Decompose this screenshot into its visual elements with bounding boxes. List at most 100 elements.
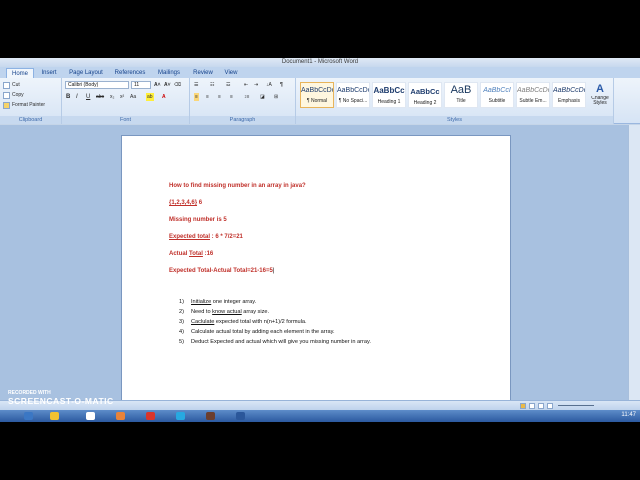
vertical-scrollbar[interactable] [628,125,640,400]
tab-insert[interactable]: Insert [38,68,60,78]
ribbon-tabs: Home Insert Page Layout References Maili… [0,67,640,78]
style-name: Title [456,98,466,104]
style-name: Subtitle [488,98,506,104]
style-title[interactable]: AaB Title [444,82,478,108]
list-text-underlined: know actual [212,309,242,315]
word-window: Document1 - Microsoft Word Home Insert P… [0,58,640,422]
style-emphasis[interactable]: AaBbCcDc Emphasis [552,82,586,108]
style-name: ¶ No Spaci... [338,98,368,104]
style-sample: AaBbCcDc [553,87,585,94]
align-center-icon[interactable]: ≡ [206,93,209,101]
app-icon[interactable] [206,412,215,420]
list-number: 3) [179,319,184,325]
underline-button[interactable]: U [86,93,90,101]
font-family-select[interactable]: Calibri (Body) [65,81,129,89]
clear-format-icon[interactable]: ⌫ [174,81,181,89]
superscript-button[interactable]: x² [120,93,124,101]
tab-review[interactable]: Review [190,68,216,78]
document-page[interactable]: How to find missing number in an array i… [121,135,511,407]
increase-indent-icon[interactable]: ⇥ [254,81,258,89]
align-right-icon[interactable]: ≡ [218,93,221,101]
style-subtitle[interactable]: AaBbCcI Subtitle [480,82,514,108]
decrease-indent-icon[interactable]: ⇤ [244,81,248,89]
text-cursor: | [272,268,275,274]
clipboard-label: Clipboard [0,116,61,124]
styles-label: Styles [296,116,613,124]
skype-icon[interactable] [176,412,185,420]
doc-heading: How to find missing number in an array i… [169,183,306,189]
justify-icon[interactable]: ≡ [230,93,233,101]
list-text: Calculate actual total by adding each el… [191,329,335,335]
document-area: How to find missing number in an array i… [0,125,628,407]
zoom-slider[interactable] [558,405,594,406]
grow-font-icon[interactable]: A˄ [154,81,161,89]
italic-button[interactable]: I [76,93,78,101]
doc-final: Expected Total-Actual Total=21-16=5| [169,268,274,274]
sort-icon[interactable]: ↓A [266,81,272,89]
show-formatting-icon[interactable]: ¶ [280,81,283,89]
list-text: Deduct Expected and actual which will gi… [191,339,371,345]
style-sample: AaBbCcDc [337,87,369,94]
window-title: Document1 - Microsoft Word [281,59,359,65]
style-name: Heading 2 [413,100,437,106]
start-icon[interactable] [24,412,33,420]
tab-view[interactable]: View [220,68,242,78]
list-number: 5) [179,339,184,345]
style-no-spacing[interactable]: AaBbCcDc ¶ No Spaci... [336,82,370,108]
doc-actual-prefix: Actual [169,251,190,257]
cut-button[interactable]: Cut [12,81,20,89]
highlight-icon[interactable]: ab [146,93,154,101]
font-color-icon[interactable]: A [162,93,166,101]
style-sample: AaBbCcI [483,87,511,94]
shading-icon[interactable]: ◪ [260,93,265,101]
ie-icon[interactable] [86,412,95,420]
tab-references[interactable]: References [112,68,148,78]
borders-icon[interactable]: ⊞ [274,93,278,101]
word-icon[interactable] [236,412,245,420]
copy-button[interactable]: Copy [12,91,24,99]
media-icon[interactable] [116,412,125,420]
chrome-icon[interactable] [146,412,155,420]
doc-final-text: Expected Total-Actual Total=21-16=5 [169,268,273,274]
font-group: Calibri (Body) 11 A˄ A˅ ⌫ B I U abc x₂ x… [62,78,190,124]
numbering-icon[interactable]: ☷ [210,81,214,89]
print-layout-icon[interactable] [520,403,526,409]
tab-page-layout[interactable]: Page Layout [66,68,106,78]
list-item: 5) Deduct Expected and actual which will … [179,339,371,345]
list-text: expected total with n(n+1)/2 formula. [214,319,307,325]
doc-expected-label: Expected total [169,234,211,240]
web-layout-icon[interactable] [538,403,544,409]
line-spacing-icon[interactable]: ↕≡ [244,93,249,101]
doc-actual-value: :16 [202,251,214,257]
format-painter-button[interactable]: Format Painter [12,101,45,109]
multilevel-list-icon[interactable]: ☲ [226,81,230,89]
style-normal[interactable]: AaBbCcDc ¶ Normal [300,82,334,108]
styles-group: AaBbCcDc ¶ Normal AaBbCcDc ¶ No Spaci...… [296,78,614,124]
list-item: 2) Need to know actual array size. [179,309,269,315]
paragraph-group: ☰ ☷ ☲ ⇤ ⇥ ↓A ¶ ≡ ≡ ≡ ≡ ↕≡ ◪ ⊞ Paragraph [190,78,296,124]
tab-mailings[interactable]: Mailings [154,68,184,78]
folder-icon[interactable] [50,412,59,420]
change-case-button[interactable]: Aa [130,93,136,101]
paragraph-label: Paragraph [190,116,295,124]
font-size-select[interactable]: 11 [131,81,151,89]
list-item: 1) Initialize one integer array. [179,299,256,305]
full-screen-icon[interactable] [529,403,535,409]
recording-watermark: RECORDED WITH SCREENCAST-O-MATIC [8,390,114,406]
bullets-icon[interactable]: ☰ [194,81,198,89]
style-heading-2[interactable]: AaBbCc Heading 2 [408,82,442,108]
font-label: Font [62,116,189,124]
bold-button[interactable]: B [66,93,70,101]
ribbon: Cut Copy Format Painter Clipboard Calibr… [0,78,640,124]
outline-icon[interactable] [547,403,553,409]
style-heading-1[interactable]: AaBbCc Heading 1 [372,82,406,108]
align-left-icon[interactable]: ≡ [194,93,199,101]
style-subtle-emphasis[interactable]: AaBbCcDc Subtle Em... [516,82,550,108]
subscript-button[interactable]: x₂ [110,93,114,101]
doc-expected-line: Expected total : 6 * 7/2=21 [169,234,243,240]
shrink-font-icon[interactable]: A˅ [164,81,171,89]
tab-home[interactable]: Home [6,68,34,78]
style-sample: AaBbCcDc [301,87,333,94]
change-styles-button[interactable]: A Change Styles [588,82,612,108]
strikethrough-button[interactable]: abc [96,93,104,101]
